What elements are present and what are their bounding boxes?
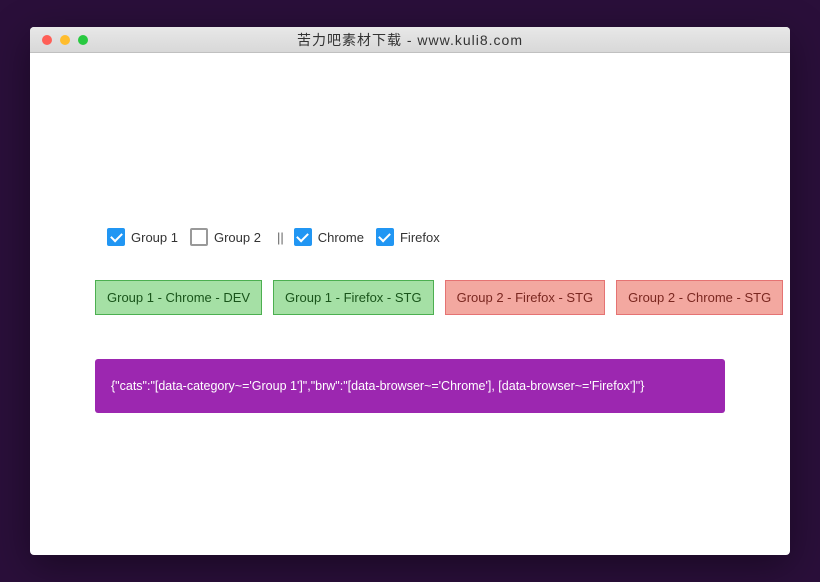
- traffic-lights: [30, 35, 88, 45]
- titlebar: 苦力吧素材下载 - www.kuli8.com: [30, 27, 790, 53]
- card-list: Group 1 - Chrome - DEV Group 1 - Firefox…: [95, 280, 725, 315]
- filter-divider: ||: [277, 230, 284, 245]
- label-group2: Group 2: [214, 230, 261, 245]
- checkbox-firefox[interactable]: [376, 228, 394, 246]
- label-group1: Group 1: [131, 230, 178, 245]
- card-item[interactable]: Group 1 - Firefox - STG: [273, 280, 434, 315]
- output-json: {"cats":"[data-category~='Group 1']","br…: [95, 359, 725, 413]
- maximize-icon[interactable]: [78, 35, 88, 45]
- card-item[interactable]: Group 1 - Chrome - DEV: [95, 280, 262, 315]
- checkbox-chrome[interactable]: [294, 228, 312, 246]
- window-title: 苦力吧素材下载 - www.kuli8.com: [30, 30, 790, 50]
- window-frame: 苦力吧素材下载 - www.kuli8.com Group 1 Group 2 …: [30, 27, 790, 555]
- filter-row: Group 1 Group 2 || Chrome Firefox: [95, 228, 725, 246]
- checkbox-group1[interactable]: [107, 228, 125, 246]
- card-item[interactable]: Group 2 - Firefox - STG: [445, 280, 606, 315]
- label-firefox: Firefox: [400, 230, 440, 245]
- close-icon[interactable]: [42, 35, 52, 45]
- minimize-icon[interactable]: [60, 35, 70, 45]
- label-chrome: Chrome: [318, 230, 364, 245]
- card-item[interactable]: Group 2 - Chrome - STG: [616, 280, 783, 315]
- content-area: Group 1 Group 2 || Chrome Firefox Group …: [30, 53, 790, 413]
- checkbox-group2[interactable]: [190, 228, 208, 246]
